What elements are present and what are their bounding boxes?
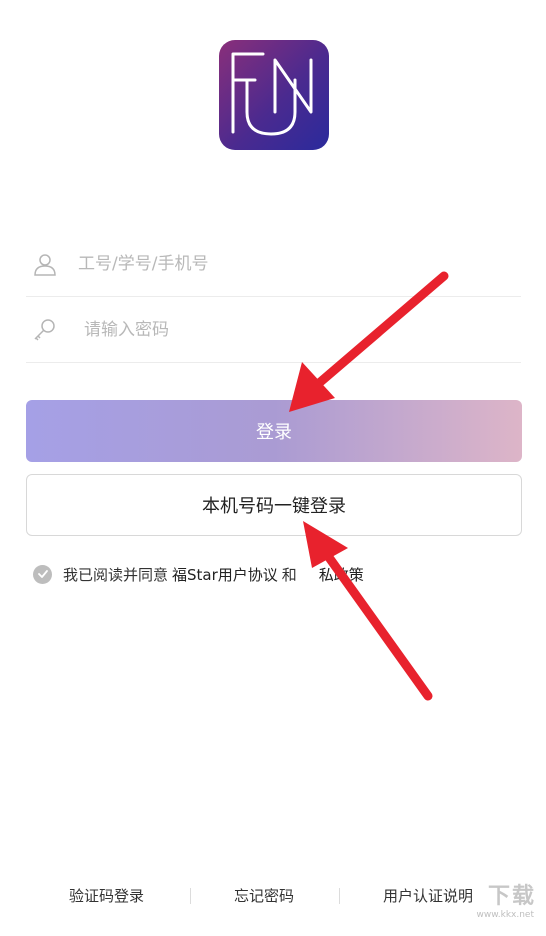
forgot-password-link[interactable]: 忘记密码 (234, 885, 294, 906)
app-logo (219, 40, 329, 150)
key-icon (34, 319, 55, 341)
check-icon (37, 570, 48, 578)
password-input[interactable] (84, 311, 504, 349)
fun-logo-icon (231, 52, 313, 136)
sms-login-link[interactable]: 验证码登录 (69, 885, 144, 906)
agreement-and: 和 (281, 565, 297, 584)
username-input[interactable] (78, 245, 498, 283)
footer-divider (190, 888, 191, 904)
login-screen: 登录 本机号码一键登录 我已阅读并同意 福Star用户协议 和 私政策 验证码登… (0, 0, 546, 936)
agreement-prefix: 我已阅读并同意 (63, 565, 169, 584)
agreement-row: 我已阅读并同意 福Star用户协议 和 私政策 (33, 562, 364, 586)
watermark-url: www.kkx.net (476, 910, 535, 920)
footer-links: 验证码登录 忘记密码 用户认证说明 (0, 883, 546, 909)
onekey-login-button[interactable]: 本机号码一键登录 (26, 474, 522, 536)
username-field-row (26, 231, 521, 297)
login-button[interactable]: 登录 (26, 400, 522, 462)
privacy-policy-link[interactable]: 私政策 (319, 564, 364, 585)
auth-help-link[interactable]: 用户认证说明 (383, 885, 473, 906)
footer-divider (339, 888, 340, 904)
agreement-checkbox[interactable] (33, 564, 52, 584)
arrow-to-onekey-button (303, 521, 433, 701)
user-icon (34, 254, 56, 276)
user-agreement-link[interactable]: 福Star用户协议 (172, 564, 278, 585)
password-field-row (26, 297, 521, 363)
